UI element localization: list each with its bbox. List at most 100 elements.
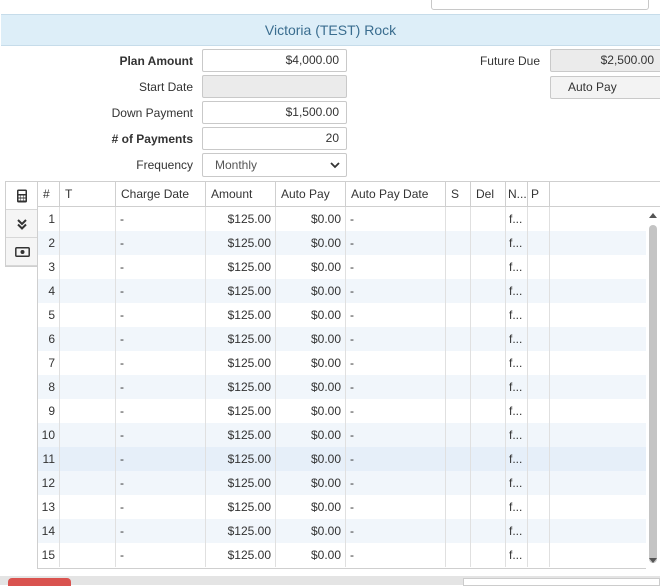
cell-auto-pay[interactable]: $0.00 xyxy=(276,519,346,543)
cell-amount[interactable]: $125.00 xyxy=(206,231,276,255)
cell-charge-date[interactable]: - xyxy=(116,399,206,423)
cell-auto-pay[interactable]: $0.00 xyxy=(276,231,346,255)
cell-auto-pay[interactable]: $0.00 xyxy=(276,543,346,567)
col-header-amount[interactable]: Amount xyxy=(206,182,276,206)
table-row[interactable]: 7- $125.00 $0.00- f... xyxy=(38,351,647,375)
cell-charge-date[interactable]: - xyxy=(116,543,206,567)
cell-charge-date[interactable]: - xyxy=(116,471,206,495)
col-header-t[interactable]: T xyxy=(60,182,116,206)
table-row[interactable]: 2- $125.00 $0.00- f... xyxy=(38,231,647,255)
scroll-up-icon[interactable] xyxy=(648,211,658,219)
cell-auto-pay-date[interactable]: - xyxy=(346,231,446,255)
cell-auto-pay[interactable]: $0.00 xyxy=(276,375,346,399)
table-row[interactable]: 5- $125.00 $0.00- f... xyxy=(38,303,647,327)
cell-auto-pay-date[interactable]: - xyxy=(346,351,446,375)
cell-amount[interactable]: $125.00 xyxy=(206,351,276,375)
cell-auto-pay-date[interactable]: - xyxy=(346,471,446,495)
table-row[interactable]: 12- $125.00 $0.00- f... xyxy=(38,471,647,495)
table-row[interactable]: 10- $125.00 $0.00- f... xyxy=(38,423,647,447)
col-header-number[interactable]: # xyxy=(38,182,60,206)
table-row[interactable]: 6- $125.00 $0.00- f... xyxy=(38,327,647,351)
down-payment-input[interactable]: $1,500.00 xyxy=(202,101,347,124)
cell-amount[interactable]: $125.00 xyxy=(206,255,276,279)
cell-charge-date[interactable]: - xyxy=(116,375,206,399)
col-header-auto-pay[interactable]: Auto Pay xyxy=(276,182,346,206)
cell-auto-pay[interactable]: $0.00 xyxy=(276,255,346,279)
cell-auto-pay-date[interactable]: - xyxy=(346,447,446,471)
cell-amount[interactable]: $125.00 xyxy=(206,399,276,423)
grid-scrollbar[interactable] xyxy=(646,208,660,569)
expand-rows-button[interactable] xyxy=(6,210,38,238)
cell-amount[interactable]: $125.00 xyxy=(206,423,276,447)
cell-auto-pay[interactable]: $0.00 xyxy=(276,351,346,375)
col-header-p[interactable]: P xyxy=(528,182,550,206)
col-header-n[interactable]: N... xyxy=(506,182,528,206)
cell-s xyxy=(446,303,471,327)
cell-auto-pay[interactable]: $0.00 xyxy=(276,471,346,495)
cell-auto-pay[interactable]: $0.00 xyxy=(276,303,346,327)
table-row[interactable]: 14- $125.00 $0.00- f... xyxy=(38,519,647,543)
calculator-button[interactable] xyxy=(6,182,38,210)
cell-auto-pay[interactable]: $0.00 xyxy=(276,447,346,471)
cell-charge-date[interactable]: - xyxy=(116,303,206,327)
cell-amount[interactable]: $125.00 xyxy=(206,375,276,399)
cell-amount[interactable]: $125.00 xyxy=(206,519,276,543)
cell-auto-pay-date[interactable]: - xyxy=(346,495,446,519)
cell-auto-pay-date[interactable]: - xyxy=(346,519,446,543)
cell-auto-pay-date[interactable]: - xyxy=(346,255,446,279)
plan-amount-input[interactable]: $4,000.00 xyxy=(202,49,347,72)
cell-auto-pay-date[interactable]: - xyxy=(346,303,446,327)
cell-amount[interactable]: $125.00 xyxy=(206,447,276,471)
cell-auto-pay[interactable]: $0.00 xyxy=(276,495,346,519)
top-dropdown[interactable] xyxy=(431,0,649,10)
col-header-del[interactable]: Del xyxy=(471,182,506,206)
cell-auto-pay[interactable]: $0.00 xyxy=(276,207,346,231)
cell-amount[interactable]: $125.00 xyxy=(206,207,276,231)
table-row[interactable]: 3- $125.00 $0.00- f... xyxy=(38,255,647,279)
table-row[interactable]: 15- $125.00 $0.00- f... xyxy=(38,543,647,567)
num-payments-input[interactable]: 20 xyxy=(202,127,347,150)
cell-auto-pay[interactable]: $0.00 xyxy=(276,327,346,351)
cell-auto-pay-date[interactable]: - xyxy=(346,279,446,303)
scrollbar-thumb[interactable] xyxy=(649,225,657,563)
cell-charge-date[interactable]: - xyxy=(116,231,206,255)
cell-auto-pay[interactable]: $0.00 xyxy=(276,423,346,447)
col-header-s[interactable]: S xyxy=(446,182,471,206)
cell-charge-date[interactable]: - xyxy=(116,423,206,447)
table-row[interactable]: 9- $125.00 $0.00- f... xyxy=(38,399,647,423)
cell-amount[interactable]: $125.00 xyxy=(206,495,276,519)
cell-charge-date[interactable]: - xyxy=(116,207,206,231)
cell-auto-pay-date[interactable]: - xyxy=(346,375,446,399)
cell-charge-date[interactable]: - xyxy=(116,279,206,303)
table-row[interactable]: 1- $125.00 $0.00- f... xyxy=(38,207,647,231)
cell-auto-pay-date[interactable]: - xyxy=(346,399,446,423)
table-row[interactable]: 4- $125.00 $0.00- f... xyxy=(38,279,647,303)
frequency-select[interactable]: Monthly xyxy=(202,153,347,177)
cell-auto-pay[interactable]: $0.00 xyxy=(276,279,346,303)
payment-button[interactable] xyxy=(6,238,38,266)
cell-auto-pay-date[interactable]: - xyxy=(346,423,446,447)
cell-charge-date[interactable]: - xyxy=(116,447,206,471)
start-date-input[interactable] xyxy=(202,75,347,98)
cell-charge-date[interactable]: - xyxy=(116,351,206,375)
col-header-charge-date[interactable]: Charge Date xyxy=(116,182,206,206)
cell-amount[interactable]: $125.00 xyxy=(206,279,276,303)
cell-amount[interactable]: $125.00 xyxy=(206,543,276,567)
auto-pay-button[interactable]: Auto Pay xyxy=(550,76,660,99)
cell-charge-date[interactable]: - xyxy=(116,495,206,519)
cell-auto-pay-date[interactable]: - xyxy=(346,543,446,567)
cell-auto-pay-date[interactable]: - xyxy=(346,207,446,231)
cell-charge-date[interactable]: - xyxy=(116,255,206,279)
table-row[interactable]: 11- $125.00 $0.00- f... xyxy=(38,447,647,471)
table-row[interactable]: 13- $125.00 $0.00- f... xyxy=(38,495,647,519)
cell-auto-pay-date[interactable]: - xyxy=(346,327,446,351)
cell-amount[interactable]: $125.00 xyxy=(206,327,276,351)
cell-amount[interactable]: $125.00 xyxy=(206,303,276,327)
cell-charge-date[interactable]: - xyxy=(116,327,206,351)
scroll-down-icon[interactable] xyxy=(648,557,658,565)
cell-amount[interactable]: $125.00 xyxy=(206,471,276,495)
cell-auto-pay[interactable]: $0.00 xyxy=(276,399,346,423)
table-row[interactable]: 8- $125.00 $0.00- f... xyxy=(38,375,647,399)
cell-charge-date[interactable]: - xyxy=(116,519,206,543)
col-header-auto-pay-date[interactable]: Auto Pay Date xyxy=(346,182,446,206)
